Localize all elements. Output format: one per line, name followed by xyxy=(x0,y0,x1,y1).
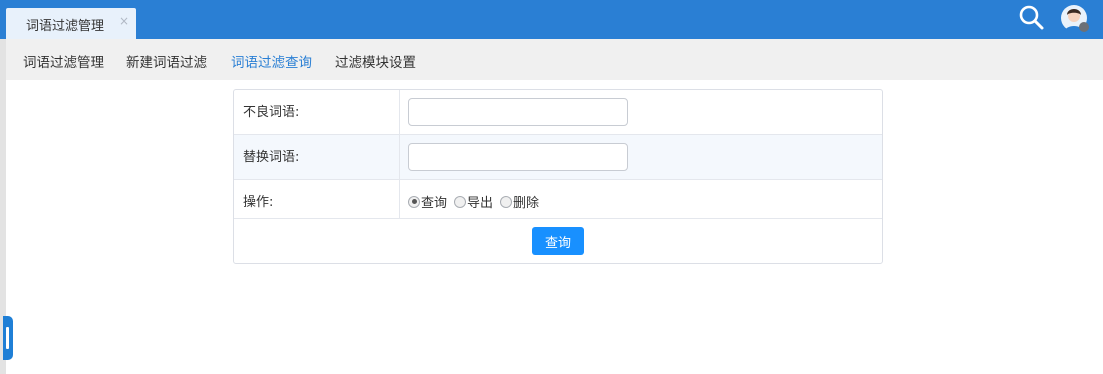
sidebar-toggle-handle[interactable] xyxy=(3,316,13,360)
radio-query-dot[interactable] xyxy=(408,195,420,208)
radio-delete-dot[interactable] xyxy=(500,195,513,208)
subnav-item-word-filter-management[interactable]: 词语过滤管理 xyxy=(23,51,104,71)
operation-label: 操作: xyxy=(243,195,274,210)
subnav-item-new-word-filter[interactable]: 新建词语过滤 xyxy=(126,51,207,71)
top-bar: 词语过滤管理 × xyxy=(0,0,1103,39)
operation-radio-group: 查询 导出 删除 xyxy=(408,192,546,211)
replace-word-label: 替换词语: xyxy=(243,150,300,165)
query-button[interactable]: 查询 xyxy=(532,227,584,255)
tab-word-filter-management[interactable]: 词语过滤管理 × xyxy=(6,8,136,39)
user-avatar-icon[interactable] xyxy=(1060,3,1090,33)
search-icon[interactable] xyxy=(1016,3,1046,33)
column-divider xyxy=(399,90,400,219)
form-row-bad-word: 不良词语: xyxy=(234,90,882,135)
radio-query-label: 查询 xyxy=(421,196,448,211)
tab-label: 词语过滤管理 xyxy=(26,19,105,34)
form-row-operation: 操作: 查询 导出 删除 xyxy=(234,180,882,219)
radio-delete-label: 删除 xyxy=(513,196,540,211)
radio-export-label: 导出 xyxy=(467,196,494,211)
form-row-replace-word: 替换词语: xyxy=(234,135,882,180)
replace-word-input[interactable] xyxy=(408,143,628,171)
bad-word-input[interactable] xyxy=(408,98,628,126)
close-icon[interactable]: × xyxy=(119,14,129,28)
subnav-item-word-filter-query[interactable]: 词语过滤查询 xyxy=(231,51,312,71)
bad-word-label: 不良词语: xyxy=(243,105,300,120)
query-form: 不良词语: 替换词语: 操作: 查询 导出 删除 查询 xyxy=(233,89,883,264)
radio-delete[interactable]: 删除 xyxy=(500,192,539,211)
subnav-item-filter-module-settings[interactable]: 过滤模块设置 xyxy=(335,51,416,71)
sub-nav: 词语过滤管理 新建词语过滤 词语过滤查询 过滤模块设置 xyxy=(6,39,1103,80)
radio-export-dot[interactable] xyxy=(454,195,467,208)
radio-query[interactable]: 查询 xyxy=(408,192,447,211)
radio-export[interactable]: 导出 xyxy=(454,192,493,211)
